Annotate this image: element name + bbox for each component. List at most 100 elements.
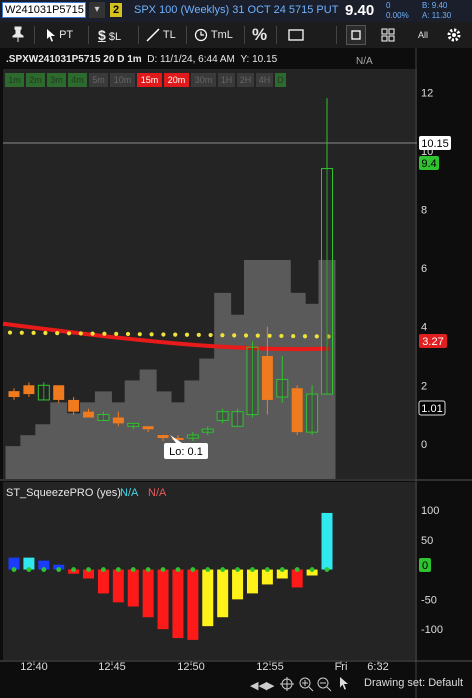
volume-bar — [139, 369, 157, 479]
signal-dot — [267, 333, 272, 338]
scroll-right-icon[interactable]: ▶ — [266, 680, 275, 692]
price-tag-high: 9.4 — [419, 156, 439, 170]
chart-settings-gear-button[interactable] — [444, 25, 464, 45]
gear-icon — [447, 28, 461, 42]
aggregation-5m[interactable]: 5m — [89, 73, 108, 87]
candle-body — [127, 422, 140, 427]
square-icon — [351, 30, 361, 40]
aggregation-4H[interactable]: 4H — [256, 73, 273, 87]
study-name[interactable]: ST_SqueezePRO (yes) — [6, 487, 121, 499]
signal-dot — [173, 332, 178, 337]
squeeze-dot — [279, 567, 285, 572]
signal-dot — [184, 332, 190, 337]
aggregation-2m[interactable]: 2m — [26, 73, 45, 87]
volume-bar — [229, 314, 247, 479]
signal-dot — [291, 333, 296, 339]
svg-text:10.15: 10.15 — [421, 138, 449, 150]
signal-dot — [78, 331, 83, 336]
chart-y-status: Y: 10.15 — [240, 54, 278, 65]
aggregation-2H[interactable]: 2H — [237, 73, 254, 87]
squeeze-dot — [86, 567, 91, 572]
trendline-label: TL — [162, 29, 176, 41]
aggregation-10m[interactable]: 10m — [110, 73, 135, 87]
signal-dot — [19, 330, 24, 335]
cursor-icon — [47, 29, 55, 42]
y-tick-label: 2 — [421, 380, 427, 392]
squeeze-bar — [321, 512, 333, 570]
signal-dot — [255, 333, 260, 338]
symbol-input[interactable]: W241031P5715 — [2, 2, 86, 18]
squeeze-dot — [324, 567, 330, 572]
squeeze-bar — [217, 569, 229, 618]
aggregation-1H[interactable]: 1H — [218, 73, 235, 87]
chart-date-status: D: 11/1/24, 6:44 AM — [147, 54, 235, 65]
aggregation-20m[interactable]: 20m — [164, 73, 189, 87]
squeeze-bar — [112, 569, 124, 603]
y-tick-label: 0 — [421, 439, 427, 451]
price-tag-crosshair: 10.15 — [419, 136, 451, 150]
time-label: 12:50 — [177, 661, 205, 673]
study-tick-label: -100 — [421, 624, 443, 636]
study-tick-label: 50 — [421, 535, 433, 547]
volume-bar — [184, 380, 202, 479]
symbol-dropdown-button[interactable]: ▾ — [89, 2, 105, 18]
price-level-tool[interactable]: $ $L — [98, 26, 121, 44]
pin-icon[interactable] — [12, 26, 24, 44]
aggregation-3m[interactable]: 3m — [47, 73, 66, 87]
candle-body — [23, 385, 35, 395]
signal-dot — [314, 334, 319, 339]
squeeze-bar — [142, 569, 154, 618]
grid-layout-button[interactable] — [378, 25, 398, 45]
squeeze-bar — [246, 569, 258, 594]
clock-icon — [194, 28, 208, 42]
aggregation-D[interactable]: D — [275, 73, 286, 87]
y-tick-label: 6 — [421, 263, 427, 275]
signal-dot — [220, 333, 225, 338]
squeeze-dot — [11, 567, 17, 572]
squeeze-dot — [190, 567, 196, 572]
percent-tool[interactable]: % — [252, 26, 267, 44]
all-charts-button[interactable]: All — [418, 26, 428, 44]
svg-text:Lo: 0.1: Lo: 0.1 — [169, 446, 203, 458]
squeeze-bar — [232, 569, 244, 600]
candle-body — [68, 399, 80, 412]
single-layout-button[interactable] — [346, 25, 366, 45]
pointer-tool[interactable]: PT — [46, 26, 73, 44]
time-label: Fri — [335, 661, 348, 673]
signal-dot — [232, 333, 237, 338]
price-chart[interactable]: 121086420 10050-50-100 12:40 12:45 12:50 12… — [0, 48, 472, 698]
svg-text:1.01: 1.01 — [421, 403, 442, 415]
link-group-badge[interactable]: 2 — [110, 3, 122, 17]
price-tag-current: 1.01 — [418, 400, 446, 416]
trendline-tool[interactable]: TL — [146, 26, 176, 44]
squeeze-dot — [160, 567, 166, 572]
bid-price: B: 9.40 — [422, 1, 448, 10]
signal-dot — [125, 331, 131, 337]
candle-body — [8, 391, 20, 397]
signal-dot — [66, 331, 72, 336]
signal-dot — [208, 332, 213, 338]
candle-body — [157, 435, 169, 438]
bid-ask-block: B: 9.40 A: 11.30 — [422, 1, 451, 21]
time-label: 12:55 — [256, 661, 284, 673]
candle-body — [37, 384, 50, 401]
rectangle-tool[interactable] — [286, 25, 306, 45]
signal-dot — [302, 334, 308, 339]
timeline-tool[interactable]: TmL — [194, 26, 233, 44]
aggregation-4m[interactable]: 4m — [68, 73, 87, 87]
aggregation-1m[interactable]: 1m — [5, 73, 24, 87]
grid-icon — [381, 28, 395, 42]
aggregation-30m[interactable]: 30m — [191, 73, 216, 87]
squeeze-bar — [172, 569, 184, 639]
squeeze-bar — [97, 569, 109, 594]
scroll-left-icon[interactable]: ◀◀ — [250, 680, 267, 692]
y-tick-label: 8 — [421, 205, 427, 217]
squeeze-dot — [71, 567, 77, 572]
aggregation-15m[interactable]: 15m — [137, 73, 162, 87]
trendline-icon — [146, 28, 160, 42]
signal-dot — [7, 330, 13, 335]
drawing-toolbar: PT $ $L TL TmL % All — [0, 22, 472, 49]
squeeze-dot — [115, 567, 121, 572]
signal-dot — [31, 330, 36, 335]
drawing-set-label[interactable]: Drawing set: Default — [364, 677, 463, 689]
